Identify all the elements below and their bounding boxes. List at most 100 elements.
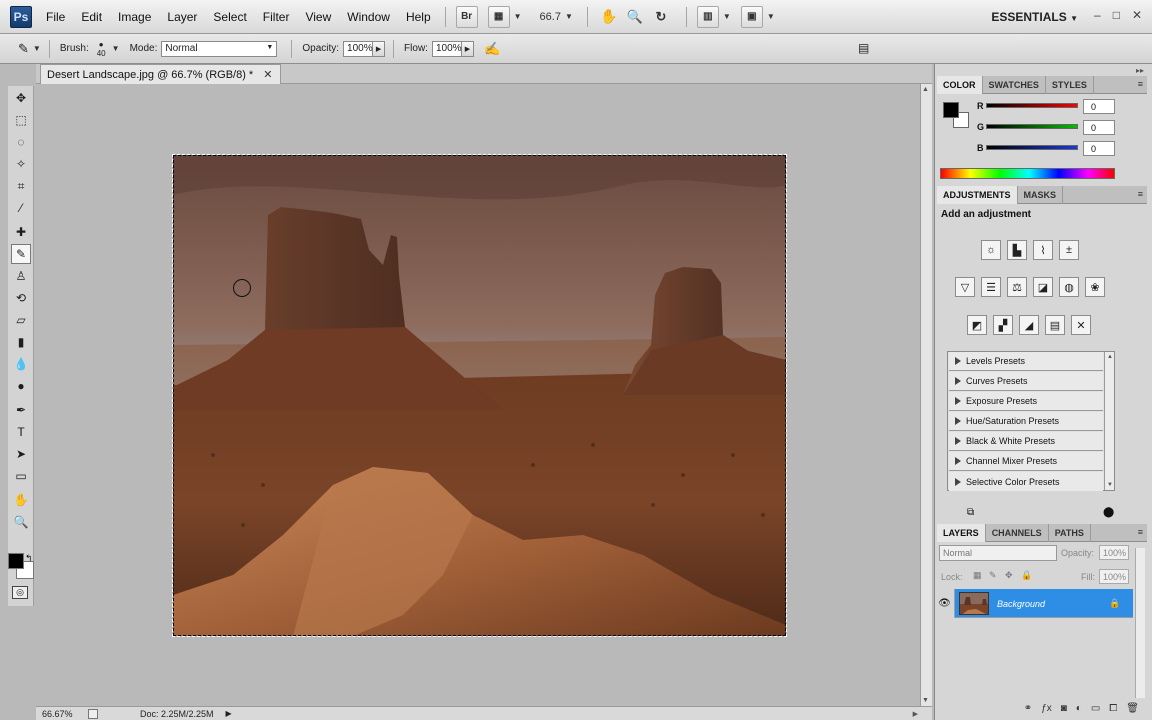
new-group-icon[interactable]: ▭ xyxy=(1091,703,1100,714)
arrange-documents-icon[interactable]: ▥ xyxy=(696,5,719,28)
hue-saturation-icon[interactable]: ☰ xyxy=(981,277,1001,297)
gradient-map-icon[interactable]: ▤ xyxy=(1045,315,1065,335)
crop-tool-icon[interactable]: ⌗ xyxy=(11,176,31,196)
close-icon[interactable]: ✕ xyxy=(1132,8,1142,22)
chevron-down-icon[interactable]: ▼ xyxy=(723,12,731,21)
channel-r-value[interactable]: 0 xyxy=(1083,99,1115,114)
exposure-icon[interactable]: ± xyxy=(1059,240,1079,260)
view-extras-icon[interactable]: ▦ xyxy=(487,5,510,28)
channel-b-slider[interactable] xyxy=(986,145,1078,150)
chevron-down-icon[interactable]: ▼ xyxy=(767,12,775,21)
shape-tool-icon[interactable]: ▭ xyxy=(11,466,31,486)
screen-mode-icon[interactable]: ▣ xyxy=(740,5,763,28)
blur-tool-icon[interactable]: 💧 xyxy=(11,354,31,374)
document-tab[interactable]: Desert Landscape.jpg @ 66.7% (RGB/8) * ✕ xyxy=(40,64,282,84)
tab-layers[interactable]: LAYERS xyxy=(937,524,986,542)
maximize-icon[interactable]: □ xyxy=(1113,8,1120,22)
layer-style-icon[interactable]: ƒx xyxy=(1041,703,1052,714)
quick-selection-tool-icon[interactable]: ✧ xyxy=(11,154,31,174)
preset-item[interactable]: Selective Color Presets xyxy=(949,472,1103,491)
zoom-tool-icon[interactable]: 🔍 xyxy=(11,512,31,532)
rotate-view-icon[interactable]: ↻ xyxy=(650,6,672,28)
lock-transparency-icon[interactable]: ▦ xyxy=(973,570,982,581)
tab-paths[interactable]: PATHS xyxy=(1049,524,1091,542)
posterize-icon[interactable]: ▞ xyxy=(993,315,1013,335)
chevron-down-icon[interactable]: ▼ xyxy=(33,44,41,53)
document-image[interactable] xyxy=(173,155,786,636)
close-icon[interactable]: ✕ xyxy=(263,68,272,81)
menu-layer[interactable]: Layer xyxy=(167,10,197,24)
brightness-contrast-icon[interactable]: ☼ xyxy=(981,240,1001,260)
status-menu-arrow-icon[interactable]: ▶ xyxy=(226,709,232,718)
brushes-panel-icon[interactable]: ▤ xyxy=(858,41,869,55)
new-layer-icon[interactable]: ⧠ xyxy=(1109,703,1117,714)
vibrance-icon[interactable]: ▽ xyxy=(955,277,975,297)
preset-item[interactable]: Levels Presets xyxy=(949,352,1103,371)
scroll-down-icon[interactable]: ▼ xyxy=(922,697,929,704)
channel-b-value[interactable]: 0 xyxy=(1083,141,1115,156)
menu-edit[interactable]: Edit xyxy=(81,10,102,24)
chevron-down-icon[interactable]: ▼ xyxy=(112,44,120,53)
opacity-slider-arrow-icon[interactable]: ▶ xyxy=(373,40,386,57)
lock-position-icon[interactable]: ✥ xyxy=(1005,570,1013,581)
menu-select[interactable]: Select xyxy=(213,10,246,24)
layers-scrollbar[interactable] xyxy=(1135,548,1145,698)
new-adjustment-layer-icon[interactable]: ◐ xyxy=(1076,703,1082,714)
blend-mode-select[interactable]: Normal xyxy=(939,545,1057,561)
opacity-field[interactable]: 100% xyxy=(343,40,374,57)
hand-icon[interactable]: ✋ xyxy=(598,6,620,28)
eraser-tool-icon[interactable]: ▱ xyxy=(11,310,31,330)
preset-item[interactable]: Exposure Presets xyxy=(949,392,1103,411)
menu-file[interactable]: File xyxy=(46,10,65,24)
channel-mixer-icon[interactable]: ❀ xyxy=(1085,277,1105,297)
brush-tool-preset-icon[interactable]: ✎ xyxy=(18,41,29,57)
move-tool-icon[interactable]: ✥ xyxy=(11,88,31,108)
gradient-tool-icon[interactable]: ▮ xyxy=(11,332,31,352)
zoom-icon[interactable]: 🔍 xyxy=(624,6,646,28)
scroll-up-icon[interactable]: ▲ xyxy=(1107,354,1113,360)
delete-layer-icon[interactable]: 🗑 xyxy=(1126,703,1139,714)
panel-menu-icon[interactable]: ≡ xyxy=(1138,527,1143,537)
hand-tool-icon[interactable]: ✋ xyxy=(11,490,31,510)
fill-field[interactable]: 100% xyxy=(1099,569,1129,584)
curves-icon[interactable]: ⌇ xyxy=(1033,240,1053,260)
pen-tool-icon[interactable]: ✒ xyxy=(11,400,31,420)
menu-image[interactable]: Image xyxy=(118,10,151,24)
minimize-icon[interactable]: – xyxy=(1094,8,1101,22)
chevron-down-icon[interactable]: ▼ xyxy=(565,12,573,21)
lasso-tool-icon[interactable]: ◌ xyxy=(11,132,31,152)
vertical-scrollbar[interactable]: ▲ ▼ xyxy=(920,84,932,706)
layer-name[interactable]: Background xyxy=(997,599,1045,609)
invert-icon[interactable]: ◩ xyxy=(967,315,987,335)
zoom-level[interactable]: 66.7 xyxy=(540,11,561,23)
preset-item[interactable]: Black & White Presets xyxy=(949,432,1103,451)
swap-colors-icon[interactable]: ↰ xyxy=(25,553,33,564)
threshold-icon[interactable]: ◢ xyxy=(1019,315,1039,335)
preset-item[interactable]: Hue/Saturation Presets xyxy=(949,412,1103,431)
mode-select[interactable]: Normal ▼ xyxy=(161,40,278,57)
presets-scrollbar[interactable]: ▲ ▼ xyxy=(1104,352,1114,490)
tab-adjustments[interactable]: ADJUSTMENTS xyxy=(937,186,1018,204)
foreground-color-swatch[interactable] xyxy=(8,553,24,569)
tab-channels[interactable]: CHANNELS xyxy=(986,524,1049,542)
preset-item[interactable]: Channel Mixer Presets xyxy=(949,452,1103,471)
scroll-up-icon[interactable]: ▲ xyxy=(922,86,929,93)
menu-view[interactable]: View xyxy=(305,10,331,24)
menu-help[interactable]: Help xyxy=(406,10,431,24)
add-mask-icon[interactable]: ◙ xyxy=(1061,703,1067,714)
flow-slider-arrow-icon[interactable]: ▶ xyxy=(461,40,474,57)
visibility-eye-icon[interactable]: 👁 xyxy=(935,589,955,618)
path-selection-tool-icon[interactable]: ➤ xyxy=(11,444,31,464)
black-white-icon[interactable]: ◪ xyxy=(1033,277,1053,297)
color-spectrum[interactable] xyxy=(940,168,1115,179)
lock-all-icon[interactable]: 🔒 xyxy=(1021,570,1032,581)
bridge-button[interactable]: Br xyxy=(455,5,478,28)
photo-filter-icon[interactable]: ◍ xyxy=(1059,277,1079,297)
color-foreground-swatch[interactable] xyxy=(943,102,959,118)
chevron-down-icon[interactable]: ▼ xyxy=(514,12,522,21)
healing-brush-tool-icon[interactable]: ✚ xyxy=(11,222,31,242)
menu-filter[interactable]: Filter xyxy=(263,10,290,24)
tab-swatches[interactable]: SWATCHES xyxy=(983,76,1046,94)
status-zoom-level[interactable]: 66.67% xyxy=(42,709,78,719)
flow-field[interactable]: 100% xyxy=(431,40,462,57)
